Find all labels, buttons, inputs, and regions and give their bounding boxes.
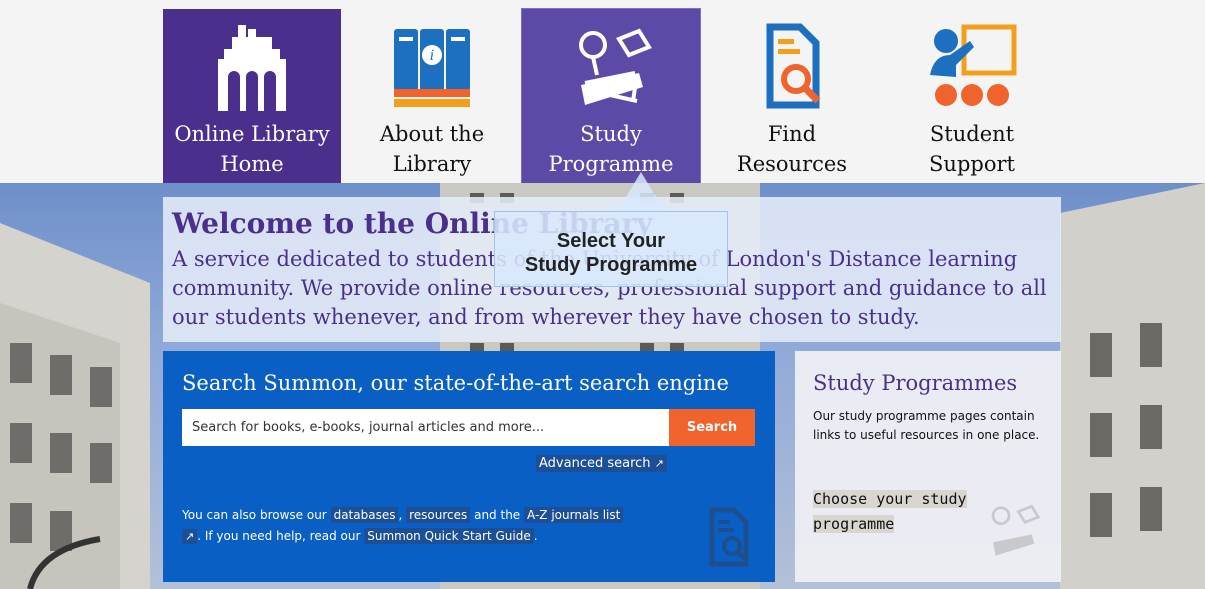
document-search-icon <box>709 507 749 567</box>
study-programmes-panel: Study Programmes Our study programme pag… <box>795 351 1061 582</box>
tooltip-arrow <box>617 172 665 212</box>
document-search-icon <box>766 23 821 109</box>
nav-about-the-library[interactable]: i About the Library <box>343 9 521 183</box>
search-button[interactable]: Search <box>669 409 755 446</box>
nav-find-line1: Find <box>767 122 817 146</box>
nav-find-line2: Resources <box>736 152 848 176</box>
nav-about-line2: Library <box>392 152 472 176</box>
building-icon <box>218 25 286 111</box>
study-programme-tooltip: Select Your Study Programme <box>494 211 728 287</box>
study-desk-icon <box>991 504 1041 556</box>
search-title: Search Summon, our state-of-the-art sear… <box>182 371 729 395</box>
nav-online-library-home[interactable]: Online Library Home <box>163 9 341 183</box>
books-info-icon: i <box>394 29 470 107</box>
nav-student-support[interactable]: Student Support <box>883 9 1061 183</box>
az-journals-link[interactable]: A-Z journals list <box>524 507 624 523</box>
search-input[interactable] <box>182 409 669 446</box>
databases-link[interactable]: databases <box>330 507 399 523</box>
study-desk-icon <box>579 28 652 105</box>
nav-home-line1: Online Library <box>174 122 330 146</box>
choose-study-programme-link[interactable]: Choose your study programme <box>813 487 973 537</box>
nav-study-line1: Study <box>580 122 642 146</box>
nav-find-resources[interactable]: Find Resources <box>703 9 881 183</box>
browse-end: . <box>533 529 538 543</box>
resources-link[interactable]: resources <box>406 507 471 523</box>
svg-text:i: i <box>430 48 434 64</box>
nav-home-line2: Home <box>220 152 284 176</box>
tooltip-line1: Select Your <box>556 230 666 252</box>
choose-study-programme-label: Choose your study programme <box>813 490 967 533</box>
study-programmes-text: Our study programme pages contain links … <box>813 409 1040 442</box>
tooltip-line2: Study Programme <box>524 254 698 276</box>
browse-prefix: You can also browse our <box>182 508 327 522</box>
browse-and-the: and the <box>474 508 521 522</box>
nav-support-line1: Student <box>929 122 1015 146</box>
browse-help-text: . If you need help, read our <box>197 529 361 543</box>
browse-text: You can also browse our databases, resou… <box>182 505 692 547</box>
nav-support-line2: Support <box>929 152 1015 176</box>
summon-guide-link[interactable]: Summon Quick Start Guide <box>364 528 534 544</box>
nav-about-line1: About the <box>379 122 485 146</box>
teacher-board-icon <box>930 24 1017 106</box>
advanced-search-link[interactable]: Advanced search ↗ <box>536 455 667 472</box>
search-panel: Search Summon, our state-of-the-art sear… <box>163 351 775 582</box>
study-programmes-title: Study Programmes <box>813 371 1018 395</box>
advanced-search-label: Advanced search <box>539 456 651 471</box>
external-link-icon[interactable]: ↗ <box>182 529 198 544</box>
nav-study-programme[interactable]: Study Programme <box>521 8 701 184</box>
external-link-icon: ↗ <box>654 457 664 470</box>
